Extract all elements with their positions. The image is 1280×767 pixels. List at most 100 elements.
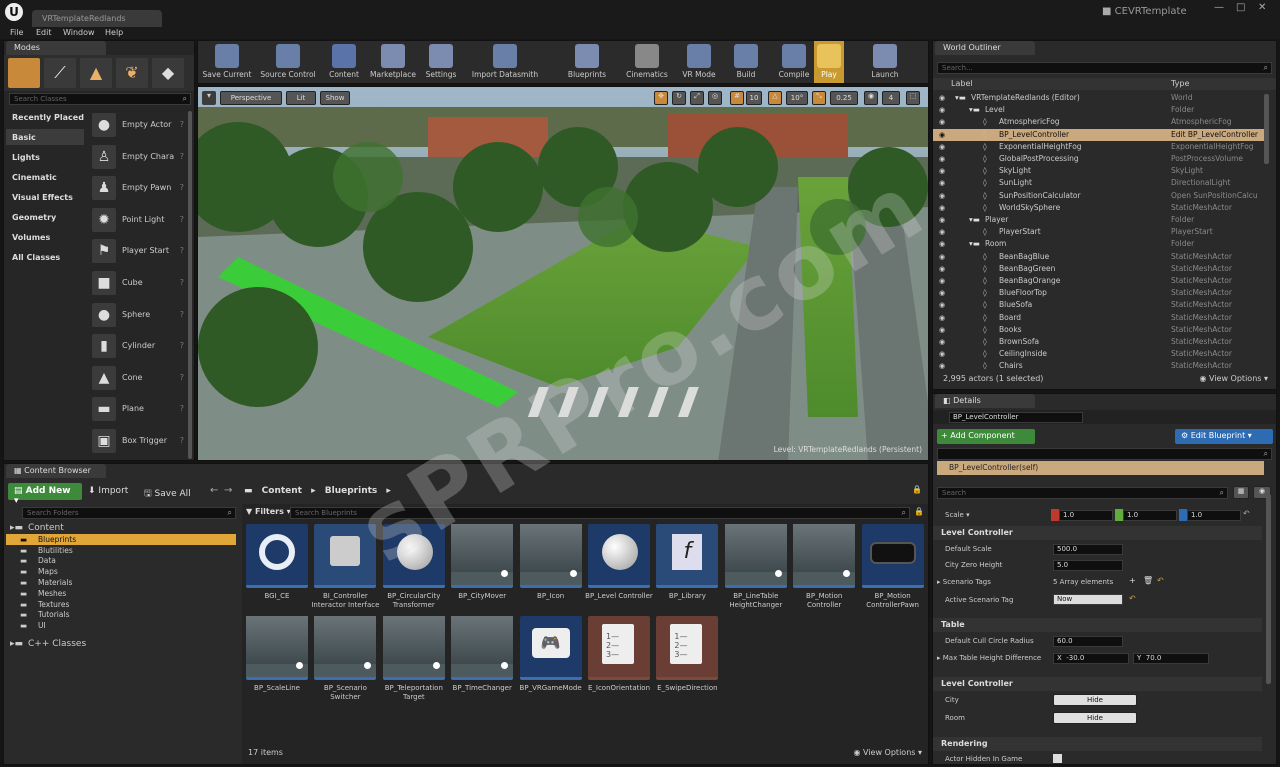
save-all-button[interactable]: 🖫 Save All <box>144 486 191 502</box>
folder-item[interactable]: ▬ Materials <box>6 577 236 588</box>
outliner-row[interactable]: ◉ ◊ BeanBagOrange StaticMeshActor <box>933 275 1268 287</box>
foliage-mode-icon[interactable]: ❦ <box>116 58 148 88</box>
cull-field[interactable]: 60.0 <box>1053 636 1123 647</box>
search-blueprints-input[interactable]: Search Blueprints ⌕ <box>290 507 910 519</box>
camera-speed-icon[interactable]: ◉ <box>864 91 878 105</box>
cat-basic[interactable]: Basic <box>12 133 36 142</box>
reset-icon[interactable]: ↶ <box>1243 509 1250 518</box>
asset-tile[interactable] <box>793 524 856 588</box>
place-item-cube[interactable]: ■ Cube? <box>90 269 188 299</box>
outliner-row[interactable]: ◉ ◊ SunLight DirectionalLight <box>933 177 1268 189</box>
asset-tile[interactable]: 🎮 <box>519 616 582 680</box>
import-button[interactable]: ⬇ Import <box>88 486 128 496</box>
visibility-eye-icon[interactable]: ◉ <box>939 312 945 324</box>
visibility-eye-icon[interactable]: ◉ <box>939 177 945 189</box>
translate-icon[interactable]: ✥ <box>654 91 668 105</box>
outliner-row[interactable]: ◉ ▾▬ VRTemplateRedlands (Editor) World <box>933 92 1268 104</box>
help-icon[interactable]: ? <box>180 436 184 445</box>
scale-x-field[interactable]: 1.0 <box>1059 510 1113 521</box>
visibility-eye-icon[interactable]: ◉ <box>939 153 945 165</box>
outliner-row[interactable]: ◉ ◊ SkyLight SkyLight <box>933 165 1268 177</box>
visibility-eye-icon[interactable]: ◉ <box>939 104 945 116</box>
play-button[interactable]: Play <box>814 41 844 83</box>
breadcrumb-content[interactable]: Content <box>262 486 302 496</box>
help-icon[interactable]: ? <box>180 152 184 161</box>
reset-icon[interactable]: ↶ <box>1157 576 1164 585</box>
place-item-cone[interactable]: ▲ Cone? <box>90 364 188 394</box>
scale-snap-value[interactable]: 0.25 <box>830 91 858 105</box>
add-new-button[interactable]: ▤ Add New ▾ <box>8 483 82 506</box>
menu-help[interactable]: Help <box>105 28 123 37</box>
outliner-row[interactable]: ◉ ◊ WorldSkySphere StaticMeshActor <box>933 202 1268 214</box>
filters-button[interactable]: ▼ Filters ▾ <box>246 507 291 516</box>
visibility-eye-icon[interactable]: ◉ <box>939 275 945 287</box>
visibility-eye-icon[interactable]: ◉ <box>939 214 945 226</box>
property-matrix-icon[interactable]: ▦ <box>1233 486 1249 499</box>
grid-snap-value[interactable]: 10 <box>746 91 762 105</box>
folder-item[interactable]: ▬ Blueprints <box>6 533 236 545</box>
cat-visual-effects[interactable]: Visual Effects <box>12 193 73 202</box>
label-column-header[interactable]: Label <box>951 79 973 88</box>
folder-item[interactable]: ▬ Textures <box>6 599 236 610</box>
outliner-row[interactable]: ◉ ◊ SunPositionCalculator Open SunPositionC… <box>933 190 1268 202</box>
type-column-header[interactable]: Type <box>1171 79 1189 88</box>
help-icon[interactable]: ? <box>180 246 184 255</box>
paint-mode-icon[interactable]: ⟋ <box>44 58 76 88</box>
folder-item[interactable]: ▬ Tutorials <box>6 609 236 620</box>
help-icon[interactable]: ? <box>180 373 184 382</box>
visibility-eye-icon[interactable]: ◉ <box>939 287 945 299</box>
scale-y-field[interactable]: 1.0 <box>1123 510 1177 521</box>
visibility-eye-icon[interactable]: ◉ <box>939 116 945 128</box>
component-search-input[interactable]: ⌕ <box>937 448 1272 460</box>
search-classes-input[interactable]: Search Classes ⌕ <box>9 93 191 105</box>
help-icon[interactable]: ? <box>180 341 184 350</box>
actor-hidden-checkbox[interactable] <box>1053 754 1062 763</box>
default-scale-field[interactable]: 500.0 <box>1053 544 1123 555</box>
cat-all-classes[interactable]: All Classes <box>12 253 60 262</box>
max-table-y-field[interactable]: Y 70.0 <box>1133 653 1209 664</box>
visibility-eye-icon[interactable]: ◉ <box>939 263 945 275</box>
place-item-empty-pawn[interactable]: ♟ Empty Pawn? <box>90 174 188 204</box>
outliner-row[interactable]: ◉ ◊ CeilingInside StaticMeshActor <box>933 348 1268 360</box>
import-datasmith-button[interactable]: Import Datasmith <box>468 41 542 83</box>
room-hide-button[interactable]: Hide <box>1053 712 1137 724</box>
place-item-sphere[interactable]: ● Sphere? <box>90 301 188 331</box>
save-current-button[interactable]: Save Current <box>200 41 254 83</box>
outliner-row[interactable]: ◉ ◊ Chairs StaticMeshActor <box>933 360 1268 369</box>
visibility-eye-icon[interactable]: ◉ <box>939 129 945 141</box>
asset-tile[interactable] <box>246 524 308 588</box>
perspective-button[interactable]: Perspective <box>220 91 282 105</box>
settings-button[interactable]: Settings <box>424 41 458 83</box>
folder-item[interactable]: ▬ Meshes <box>6 588 236 599</box>
asset-tile[interactable] <box>314 524 377 588</box>
lock-icon[interactable]: 🔒 <box>912 485 922 494</box>
blueprints-button[interactable]: Blueprints <box>562 41 612 83</box>
asset-tile[interactable] <box>314 616 377 680</box>
place-item-point-light[interactable]: ✹ Point Light? <box>90 206 188 236</box>
outliner-row[interactable]: ◉ ◊ PlayerStart PlayerStart <box>933 226 1268 238</box>
viewport-options-button[interactable]: ▾ <box>202 91 216 105</box>
outliner-row[interactable]: ◉ ▾▬ Room Folder <box>933 238 1268 250</box>
folder-item[interactable]: ▬ Blutilities <box>6 545 236 556</box>
menu-window[interactable]: Window <box>63 28 95 37</box>
grid-snap-icon[interactable]: # <box>730 91 744 105</box>
content-button[interactable]: Content <box>326 41 362 83</box>
help-icon[interactable]: ? <box>180 404 184 413</box>
folder-item[interactable]: ▸▬ Content <box>6 523 236 534</box>
level-tab[interactable]: VRTemplateRedlands <box>32 10 162 27</box>
back-icon[interactable]: ← <box>210 485 218 496</box>
lock-icon[interactable]: 🔒 <box>914 507 924 516</box>
details-search-input[interactable]: Search ⌕ <box>937 487 1228 499</box>
outliner-row[interactable]: ◉ ◊ GlobalPostProcessing PostProcessVolume <box>933 153 1268 165</box>
landscape-mode-icon[interactable]: ▲ <box>80 58 112 88</box>
visibility-eye-icon[interactable]: ◉ <box>939 299 945 311</box>
visibility-eye-icon[interactable]: ◉ <box>939 141 945 153</box>
folder-item[interactable]: ▬ Maps <box>6 566 236 577</box>
outliner-view-options[interactable]: ◉ View Options ▾ <box>1200 374 1269 383</box>
cat-recently-placed[interactable]: Recently Placed <box>12 113 84 122</box>
place-item-empty-actor[interactable]: ● Empty Actor? <box>90 111 188 141</box>
asset-tile[interactable]: 1— 2— 3— <box>656 616 719 680</box>
cat-lights[interactable]: Lights <box>12 153 40 162</box>
section-table[interactable]: Table <box>933 618 1262 632</box>
component-self-row[interactable]: BP_LevelController(self) <box>937 461 1264 475</box>
